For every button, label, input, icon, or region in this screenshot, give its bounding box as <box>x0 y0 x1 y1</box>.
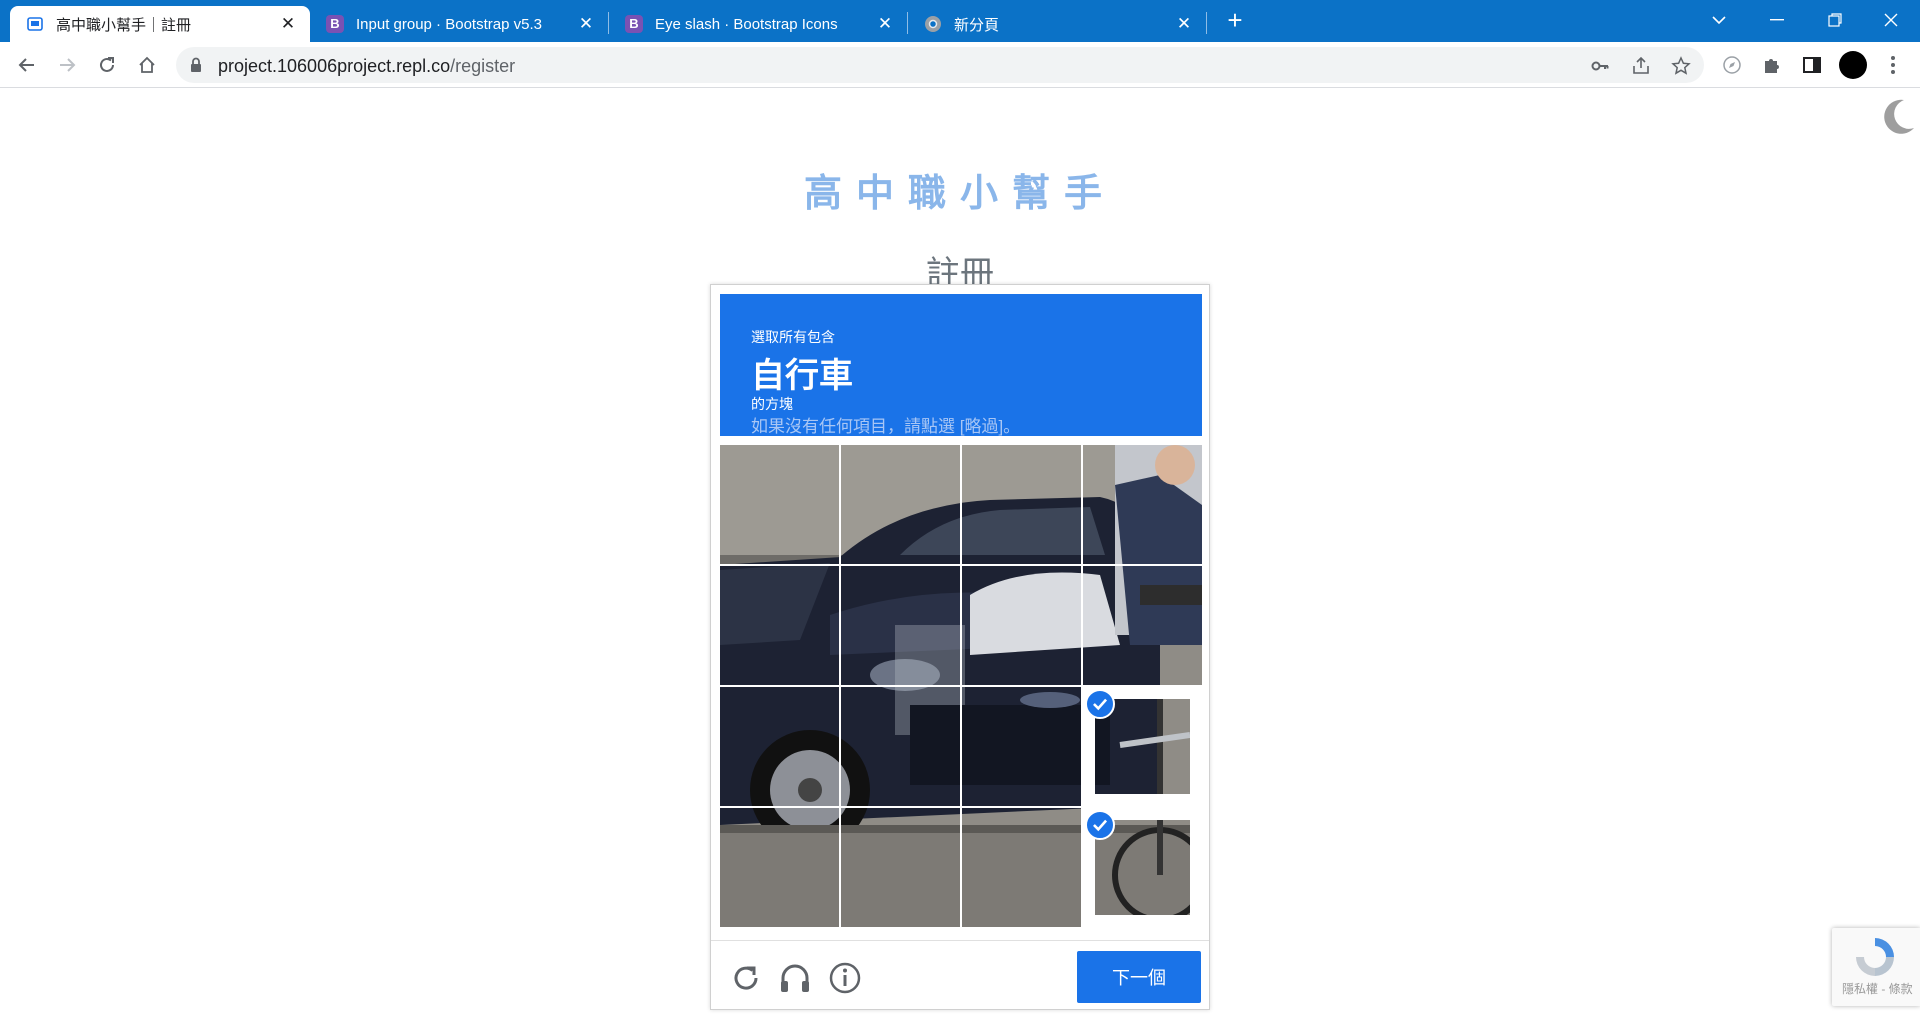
lock-icon[interactable] <box>190 57 202 73</box>
instruction-pre: 選取所有包含 <box>751 329 835 345</box>
challenge-tile-7[interactable] <box>962 566 1081 685</box>
challenge-target: 自行車 <box>751 357 853 395</box>
profile-avatar[interactable] <box>1839 51 1867 79</box>
side-panel-icon[interactable] <box>1798 51 1826 79</box>
tab-eye-slash[interactable]: B Eye slash · Bootstrap Icons ✕ <box>609 6 907 42</box>
close-icon[interactable]: ✕ <box>278 14 298 34</box>
forward-arrow-icon[interactable] <box>53 51 81 79</box>
bootstrap-icon: B <box>625 15 643 33</box>
tab-title: Eye slash · Bootstrap Icons <box>655 15 838 33</box>
close-icon[interactable]: ✕ <box>576 14 596 34</box>
challenge-footer: 下一個 <box>711 940 1209 1010</box>
tab-search-chevron-icon[interactable] <box>1690 0 1748 40</box>
challenge-tile-16-selected[interactable] <box>1083 808 1202 927</box>
challenge-tile-4[interactable] <box>1083 445 1202 564</box>
challenge-tile-2[interactable] <box>841 445 960 564</box>
reload-challenge-icon[interactable] <box>729 961 763 995</box>
challenge-tile-3[interactable] <box>962 445 1081 564</box>
tab-title: Input group · Bootstrap v5.3 <box>356 15 542 33</box>
url-path: /register <box>450 56 516 76</box>
challenge-image-grid <box>720 445 1202 927</box>
dark-mode-moon-icon[interactable] <box>1880 98 1916 136</box>
back-arrow-icon[interactable] <box>13 51 41 79</box>
url-host: project.106006project.repl.co <box>218 56 451 76</box>
new-tab-plus-icon[interactable]: + <box>1222 7 1248 34</box>
recaptcha-logo-icon <box>1856 938 1894 976</box>
browser-tab-strip: 高中職小幫手｜註冊 ✕ B Input group · Bootstrap v5… <box>0 0 1920 42</box>
challenge-tile-6[interactable] <box>841 566 960 685</box>
tab-input-group[interactable]: B Input group · Bootstrap v5.3 ✕ <box>310 6 608 42</box>
instruction-hint: 如果沒有任何項目，請點選 [略過]。 <box>751 417 1021 436</box>
challenge-tile-15[interactable] <box>962 808 1081 927</box>
close-icon[interactable]: ✕ <box>875 14 895 34</box>
challenge-tile-5[interactable] <box>720 566 839 685</box>
recaptcha-challenge: 選取所有包含 自行車 的方塊 如果沒有任何項目，請點選 [略過]。 下一個 <box>710 284 1210 1010</box>
instruction-post: 的方塊 <box>751 396 793 412</box>
key-icon[interactable] <box>1590 56 1610 76</box>
tab-register[interactable]: 高中職小幫手｜註冊 ✕ <box>10 6 310 42</box>
checkmark-icon <box>1085 810 1115 840</box>
badge-text[interactable]: 隱私權 - 條款 <box>1842 980 1913 997</box>
window-close-icon[interactable] <box>1862 0 1920 40</box>
compass-extension-icon[interactable] <box>1718 51 1746 79</box>
reload-icon[interactable] <box>93 51 121 79</box>
tab-new-tab[interactable]: 新分頁 ✕ <box>908 6 1206 42</box>
challenge-tile-8[interactable] <box>1083 566 1202 685</box>
share-icon[interactable] <box>1631 56 1651 76</box>
next-button[interactable]: 下一個 <box>1077 951 1201 1003</box>
close-icon[interactable]: ✕ <box>1174 14 1194 34</box>
challenge-tile-1[interactable] <box>720 445 839 564</box>
tab-title: 高中職小幫手｜註冊 <box>56 16 192 34</box>
restore-icon[interactable] <box>1806 0 1864 40</box>
info-icon[interactable] <box>828 961 862 995</box>
tab-separator <box>1206 12 1207 34</box>
challenge-tile-11[interactable] <box>962 687 1081 806</box>
home-icon[interactable] <box>133 51 161 79</box>
extensions-puzzle-icon[interactable] <box>1758 51 1786 79</box>
page-icon <box>27 17 43 31</box>
bootstrap-icon: B <box>326 15 344 33</box>
challenge-tile-14[interactable] <box>841 808 960 927</box>
site-title: 高中職小幫手 <box>803 173 1116 215</box>
challenge-tile-12-selected[interactable] <box>1083 687 1202 806</box>
tab-title: 新分頁 <box>954 16 1000 34</box>
address-bar[interactable]: project.106006project.repl.co/register <box>176 47 1704 83</box>
challenge-instructions: 選取所有包含 自行車 的方塊 如果沒有任何項目，請點選 [略過]。 <box>720 294 1202 436</box>
challenge-tile-9[interactable] <box>720 687 839 806</box>
challenge-tile-13[interactable] <box>720 808 839 927</box>
url-text: project.106006project.repl.co/register <box>218 56 515 77</box>
recaptcha-badge[interactable]: 隱私權 - 條款 <box>1832 928 1920 1006</box>
chrome-icon <box>925 16 941 32</box>
bookmark-star-icon[interactable] <box>1671 56 1691 76</box>
minimize-icon[interactable] <box>1748 0 1806 40</box>
more-menu-icon[interactable] <box>1879 51 1907 79</box>
browser-toolbar: project.106006project.repl.co/register <box>0 42 1920 88</box>
audio-headphones-icon[interactable] <box>778 961 812 995</box>
checkmark-icon <box>1085 689 1115 719</box>
challenge-tile-10[interactable] <box>841 687 960 806</box>
